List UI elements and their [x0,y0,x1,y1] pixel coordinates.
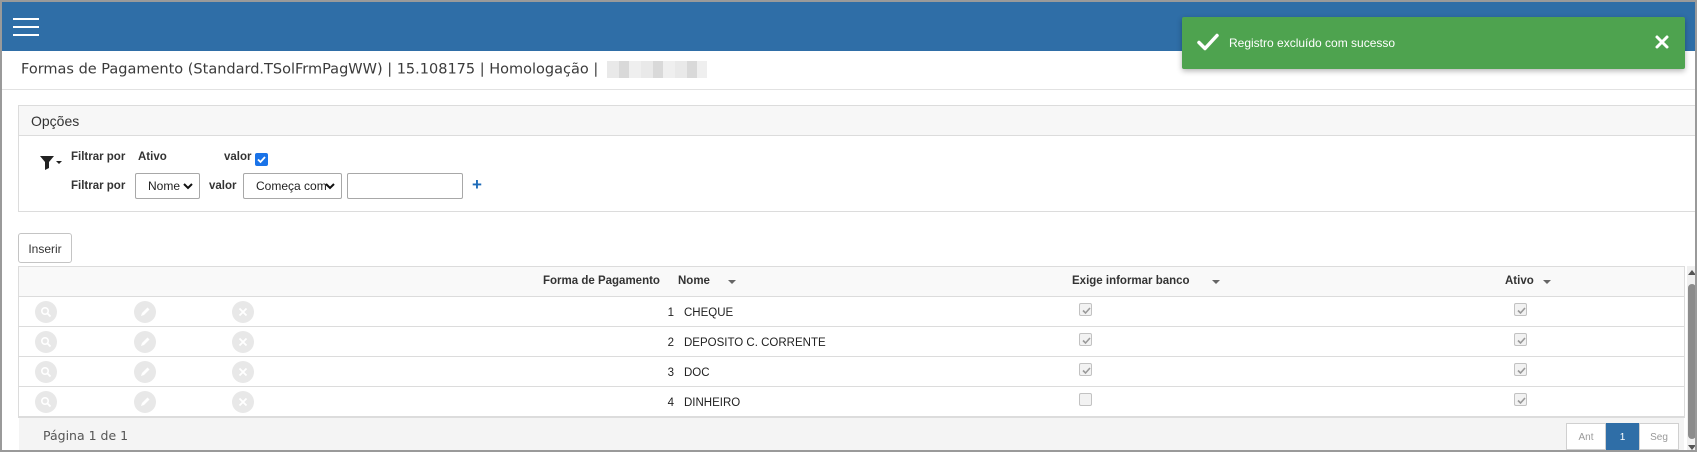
delete-icon[interactable] [232,331,254,353]
column-exige-banco[interactable]: Exige informar banco [1072,275,1190,287]
table-row: 3 DOC [19,357,1684,387]
edit-icon[interactable] [134,301,156,323]
cell-forma-pagamento: 1 [667,307,674,319]
edit-icon[interactable] [134,361,156,383]
sort-caret-icon[interactable] [1543,280,1551,284]
filter2-value-label: valor [209,180,237,192]
filter1-label: Filtrar por [71,151,126,163]
vertical-scrollbar[interactable] [1687,266,1695,450]
cell-exige-banco-checkbox [1079,333,1092,346]
filter2-label: Filtrar por [71,180,126,192]
prev-page-button[interactable]: Ant [1566,423,1606,450]
table-row: 4 DINHEIRO [19,387,1684,417]
filter2-operator-value: Começa com [256,179,327,193]
pager: Página 1 de 1 Ant 1 Seg [19,417,1684,450]
delete-icon[interactable] [232,301,254,323]
success-toast: Registro excluído com sucesso [1182,17,1685,69]
view-icon[interactable] [35,391,57,413]
cell-forma-pagamento: 2 [667,337,674,349]
check-icon [1197,33,1219,51]
cell-nome: DOC [684,367,710,379]
table-row: 2 DEPOSITO C. CORRENTE [19,327,1684,357]
filter-icon[interactable] [39,153,63,173]
grid-header: Forma de Pagamento Nome Exige informar b… [19,267,1684,297]
delete-icon[interactable] [232,361,254,383]
scroll-thumb[interactable] [1688,284,1695,439]
app-window: Formas de Pagamento (Standard.TSolFrmPag… [0,0,1697,452]
options-title: Opções [31,113,80,129]
cell-ativo-checkbox [1514,333,1527,346]
options-panel: Opções Filtrar por Ativo valor Filtrar p… [18,105,1695,212]
edit-icon[interactable] [134,331,156,353]
filter2-field-select[interactable]: Nome [135,173,200,199]
cell-ativo-checkbox [1514,393,1527,406]
cell-exige-banco-checkbox [1079,303,1092,316]
toast-message: Registro excluído com sucesso [1229,36,1396,50]
chevron-down-icon [183,183,193,190]
view-icon[interactable] [35,361,57,383]
cell-forma-pagamento: 3 [667,367,674,379]
current-page-button[interactable]: 1 [1606,423,1639,450]
cell-ativo-checkbox [1514,303,1527,316]
next-page-button[interactable]: Seg [1639,423,1679,450]
cell-forma-pagamento: 4 [667,397,674,409]
filter1-value-checkbox[interactable] [255,153,268,166]
filter2-value-input[interactable] [347,173,463,199]
cell-exige-banco-checkbox [1079,393,1092,406]
filter2-field-value: Nome [148,179,181,193]
close-icon[interactable] [1653,33,1671,51]
delete-icon[interactable] [232,391,254,413]
column-forma-pagamento[interactable]: Forma de Pagamento [543,275,660,287]
page-title-text: Formas de Pagamento (Standard.TSolFrmPag… [21,61,599,78]
cell-nome: CHEQUE [684,307,734,319]
page-title: Formas de Pagamento (Standard.TSolFrmPag… [21,61,707,78]
view-icon[interactable] [35,301,57,323]
chevron-down-icon [325,183,335,190]
filter1-field: Ativo [138,151,167,163]
sort-caret-icon[interactable] [728,280,736,284]
table-row: 1 CHEQUE [19,297,1684,327]
view-icon[interactable] [35,331,57,353]
sort-caret-icon[interactable] [1212,280,1220,284]
hamburger-menu-icon[interactable] [13,18,39,36]
options-header: Opções [19,106,1695,136]
edit-icon[interactable] [134,391,156,413]
scroll-down-icon[interactable] [1688,445,1695,450]
column-nome[interactable]: Nome [678,275,710,287]
cell-nome: DINHEIRO [684,397,741,409]
cell-exige-banco-checkbox [1079,363,1092,376]
cell-ativo-checkbox [1514,363,1527,376]
filter1-value-label: valor [224,151,252,163]
data-grid: Forma de Pagamento Nome Exige informar b… [18,266,1685,450]
scroll-up-icon[interactable] [1688,270,1695,275]
insert-button[interactable]: Inserir [18,233,72,263]
redacted-user [606,61,707,78]
add-filter-button[interactable]: + [472,175,482,195]
filter2-operator-select[interactable]: Começa com [243,173,342,199]
cell-nome: DEPOSITO C. CORRENTE [684,337,826,349]
page-info: Página 1 de 1 [43,428,129,443]
column-ativo[interactable]: Ativo [1505,275,1534,287]
